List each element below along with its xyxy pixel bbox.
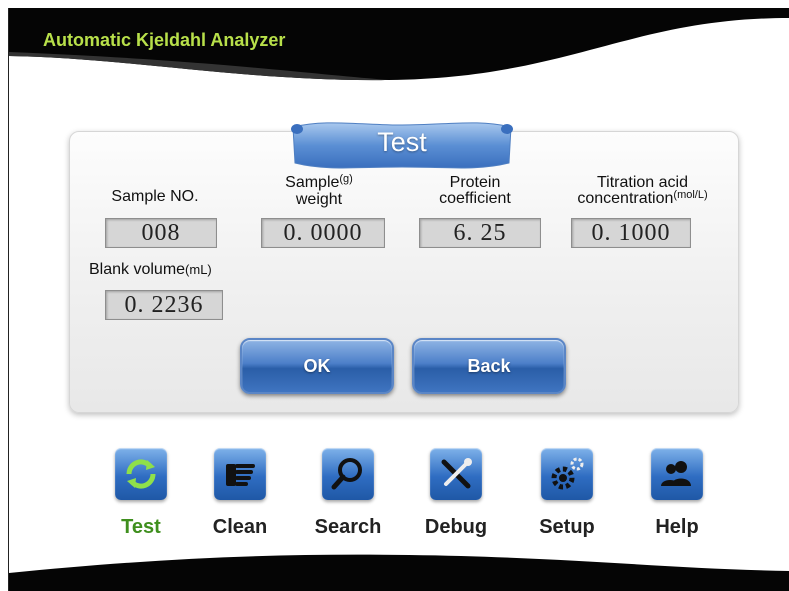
blank-volume-label: Blank volume(mL) bbox=[89, 261, 212, 278]
blank-volume-field[interactable]: 0. 2236 bbox=[105, 290, 223, 320]
sample-weight-label: Sample(g) weight bbox=[285, 173, 353, 208]
nav-search[interactable]: Search bbox=[303, 448, 393, 548]
dialog-title: Test bbox=[377, 127, 427, 157]
hand-icon bbox=[214, 448, 266, 500]
protein-coefficient-label: Protein coefficient bbox=[439, 174, 511, 207]
app-title: Automatic Kjeldahl Analyzer bbox=[43, 30, 286, 50]
ok-button[interactable]: OK bbox=[240, 338, 394, 394]
nav-debug[interactable]: Debug bbox=[411, 448, 501, 548]
nav-help[interactable]: Help bbox=[632, 448, 722, 548]
users-icon bbox=[651, 448, 703, 500]
refresh-icon bbox=[115, 448, 167, 500]
nav-search-label: Search bbox=[314, 516, 382, 538]
gears-icon bbox=[541, 448, 593, 500]
nav-test-label: Test bbox=[121, 516, 161, 538]
nav-setup-label: Setup bbox=[539, 516, 595, 538]
footer-band bbox=[9, 554, 789, 591]
tools-icon bbox=[430, 448, 482, 500]
magnifier-icon bbox=[322, 448, 374, 500]
nav-setup[interactable]: Setup bbox=[522, 448, 612, 548]
sample-no-label: Sample NO. bbox=[111, 188, 199, 205]
nav-debug-label: Debug bbox=[424, 516, 488, 538]
titration-acid-label: Titration acid concentration(mol/L) bbox=[577, 174, 708, 207]
titration-acid-field[interactable]: 0. 1000 bbox=[571, 218, 691, 248]
back-button[interactable]: Back bbox=[412, 338, 566, 394]
nav-help-label: Help bbox=[655, 516, 699, 538]
screen: Automatic Kjeldahl Analyzer Test Sample … bbox=[8, 8, 789, 591]
nav-clean-label: Clean bbox=[212, 516, 268, 538]
nav-clean[interactable]: Clean bbox=[195, 448, 285, 548]
sample-no-field[interactable]: 008 bbox=[105, 218, 217, 248]
nav-test[interactable]: Test bbox=[96, 448, 186, 548]
protein-coefficient-field[interactable]: 6. 25 bbox=[419, 218, 541, 248]
sample-weight-field[interactable]: 0. 0000 bbox=[261, 218, 385, 248]
